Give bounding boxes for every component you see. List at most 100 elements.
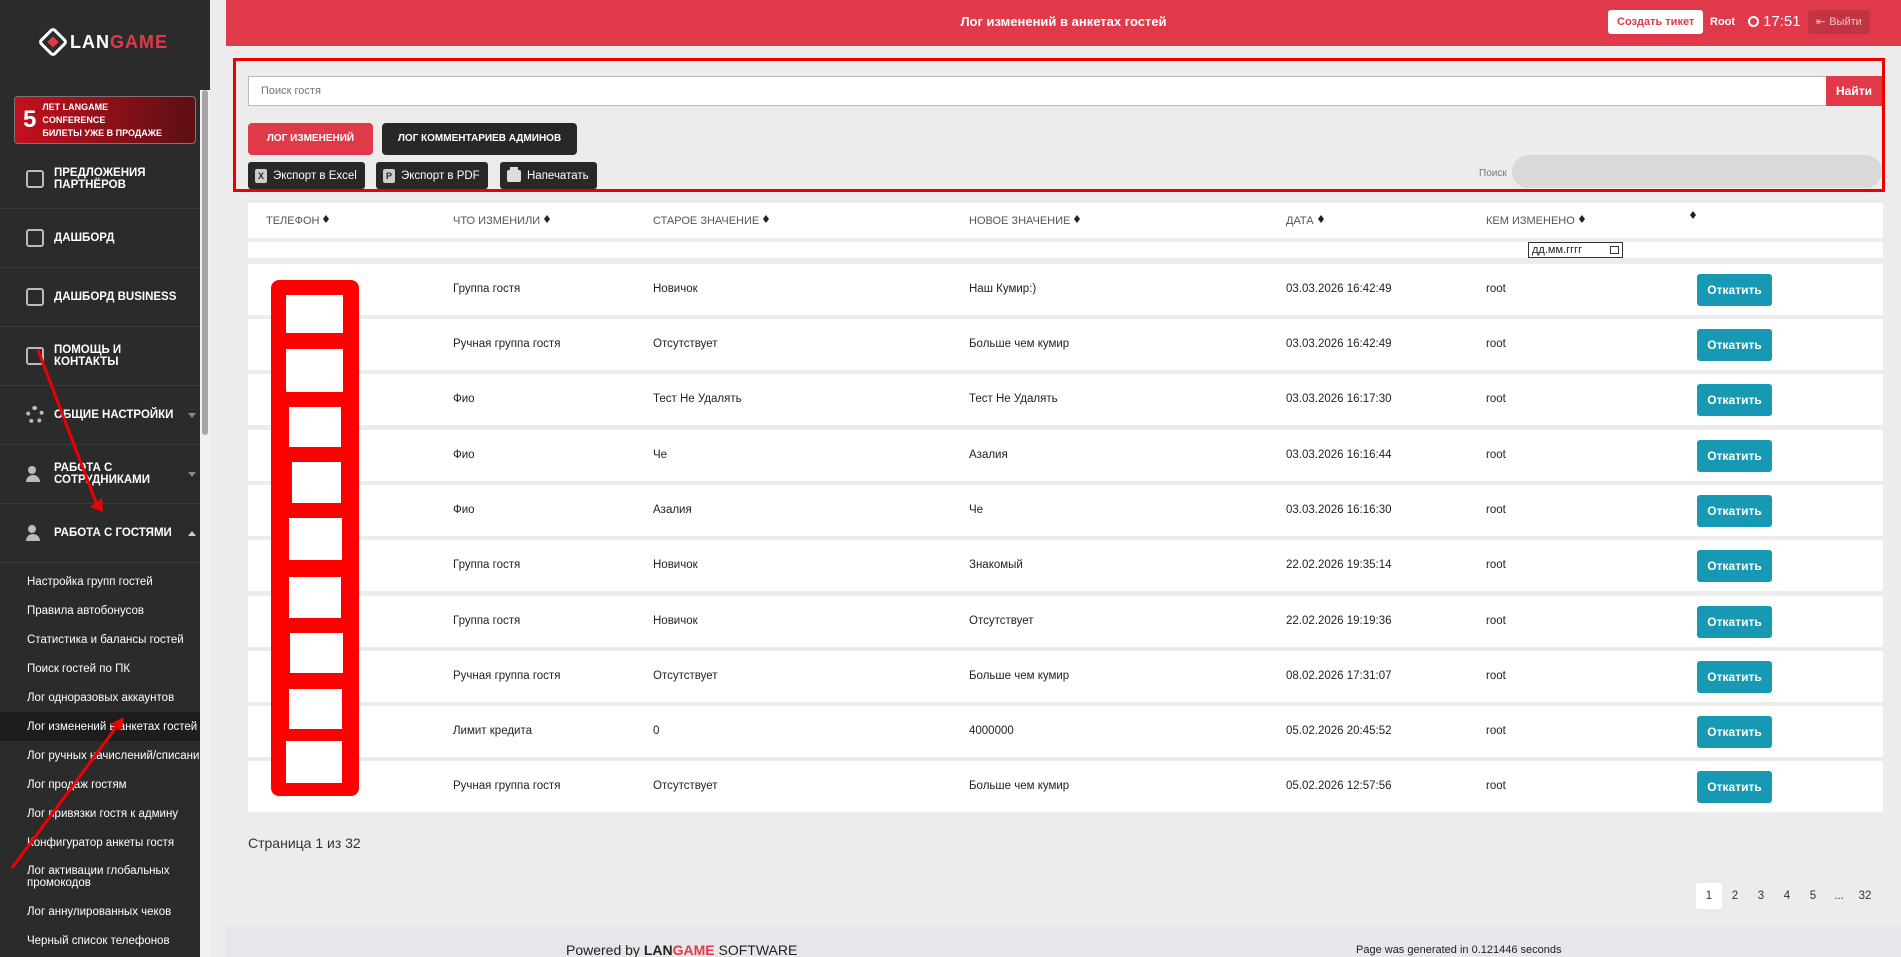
- page-link[interactable]: 2: [1722, 883, 1748, 909]
- table-row: Фио Че Азалия 03.03.2026 16:16:44 root О…: [248, 430, 1883, 481]
- logo-text: LANGAME: [70, 31, 168, 52]
- redaction-box: [286, 349, 343, 392]
- sidebar-item-general-settings[interactable]: ОБЩИЕ НАСТРОЙКИ: [0, 386, 210, 445]
- cell-old-value: Новичок: [653, 559, 698, 571]
- submenu-item[interactable]: Лог ручных начислений/списаний: [0, 741, 210, 770]
- rollback-button[interactable]: Откатить: [1697, 495, 1772, 527]
- column-header-new-value[interactable]: НОВОЕ ЗНАЧЕНИЕ: [969, 215, 1081, 227]
- page-link[interactable]: 4: [1774, 883, 1800, 909]
- cell-old-value: Отсутствует: [653, 780, 718, 792]
- chevron-down-icon: [188, 472, 196, 477]
- column-header-field[interactable]: ЧТО ИЗМЕНИЛИ: [453, 215, 551, 227]
- cell-new-value: Наш Кумир:): [969, 283, 1037, 295]
- cell-old-value: Отсутствует: [653, 338, 718, 350]
- submenu-item[interactable]: Конфигуратор анкеты гостя: [0, 828, 210, 857]
- rollback-button[interactable]: Откатить: [1697, 550, 1772, 582]
- redaction-box: [289, 518, 342, 560]
- rollback-button[interactable]: Откатить: [1697, 274, 1772, 306]
- cell-new-value: Отсутствует: [969, 615, 1034, 627]
- cell-date: 22.02.2026 19:35:14: [1286, 559, 1392, 571]
- conference-promo-banner[interactable]: 5 ЛЕТ LANGAME CONFERENCE БИЛЕТЫ УЖЕ В ПР…: [14, 96, 196, 144]
- submenu-item[interactable]: Лог аннулированных чеков: [0, 897, 210, 926]
- table-search-input[interactable]: [1512, 155, 1882, 188]
- sidebar-item-guests[interactable]: РАБОТА С ГОСТЯМИ: [0, 504, 210, 563]
- submenu-item[interactable]: Поиск гостей по ПК: [0, 654, 210, 683]
- logo[interactable]: LANGAME: [0, 0, 210, 84]
- cell-date: 05.02.2026 12:57:56: [1286, 780, 1392, 792]
- scrollbar-thumb[interactable]: [202, 90, 208, 435]
- cell-field: Группа гостя: [453, 615, 521, 627]
- page-link[interactable]: 3: [1748, 883, 1774, 909]
- page-link[interactable]: 5: [1800, 883, 1826, 909]
- submenu-item[interactable]: Черный список телефонов: [0, 926, 210, 955]
- cell-field: Фио: [453, 393, 475, 405]
- rollback-button[interactable]: Откатить: [1697, 716, 1772, 748]
- redaction-box: [289, 689, 342, 729]
- cell-new-value: Больше чем кумир: [969, 338, 1070, 350]
- page-link-active[interactable]: 1: [1696, 883, 1722, 909]
- submenu-item[interactable]: Настройка групп гостей: [0, 567, 210, 596]
- column-header-changed-by[interactable]: КЕМ ИЗМЕНЕНО: [1486, 215, 1585, 227]
- rollback-button[interactable]: Откатить: [1697, 384, 1772, 416]
- rollback-button[interactable]: Откатить: [1697, 329, 1772, 361]
- cell-date: 03.03.2026 16:42:49: [1286, 338, 1392, 350]
- clock: 17:51: [1748, 13, 1801, 30]
- table-row: Группа гостя Новичок Знакомый 22.02.2026…: [248, 540, 1883, 591]
- cell-changed-by: root: [1486, 504, 1506, 516]
- cell-new-value: Че: [969, 504, 984, 516]
- sidebar-item-staff[interactable]: РАБОТА С СОТРУДНИКАМИ: [0, 445, 210, 504]
- submenu-item[interactable]: Лог привязки гостя к админу: [0, 799, 210, 828]
- users-icon: [26, 465, 44, 483]
- print-button[interactable]: Напечатать: [500, 162, 597, 189]
- cell-old-value: Че: [653, 449, 668, 461]
- rollback-button[interactable]: Откатить: [1697, 606, 1772, 638]
- page-link[interactable]: 32: [1852, 883, 1878, 909]
- redaction-box: [286, 741, 342, 783]
- generation-time: Page was generated in 0.121446 seconds: [1356, 944, 1562, 956]
- column-header-phone[interactable]: ТЕЛЕФОН: [266, 215, 330, 227]
- guests-submenu: Настройка групп гостей Правила автобонус…: [0, 563, 210, 955]
- submenu-item[interactable]: Лог активации глобальных промокодов: [0, 857, 210, 897]
- submenu-item[interactable]: Лог одноразовых аккаунтов: [0, 683, 210, 712]
- export-excel-button[interactable]: X Экспорт в Excel: [248, 162, 365, 189]
- export-pdf-button[interactable]: P Экспорт в PDF: [376, 162, 488, 189]
- submenu-item[interactable]: Правила автобонусов: [0, 596, 210, 625]
- pdf-icon: P: [383, 168, 395, 183]
- column-header-date[interactable]: ДАТА: [1286, 215, 1324, 227]
- export-excel-label: Экспорт в Excel: [273, 169, 357, 182]
- tab-change-log[interactable]: ЛОГ ИЗМЕНЕНИЙ: [248, 123, 373, 155]
- search-button[interactable]: Найти: [1826, 76, 1882, 106]
- date-filter-input[interactable]: дд.мм.гггг: [1528, 242, 1623, 258]
- cell-date: 03.03.2026 16:17:30: [1286, 393, 1392, 405]
- sidebar-item-help[interactable]: ПОМОЩЬ И КОНТАКТЫ: [0, 327, 210, 386]
- cell-new-value: Знакомый: [969, 559, 1023, 571]
- cell-field: Ручная группа гостя: [453, 338, 561, 350]
- create-ticket-button[interactable]: Создать тикет: [1608, 10, 1704, 34]
- submenu-item[interactable]: Лог продаж гостям: [0, 770, 210, 799]
- rollback-button[interactable]: Откатить: [1697, 771, 1772, 803]
- rollback-button[interactable]: Откатить: [1697, 440, 1772, 472]
- rollback-button[interactable]: Откатить: [1697, 661, 1772, 693]
- guest-search-input[interactable]: [248, 76, 1828, 106]
- submenu-item-active[interactable]: Лог изменений в анкетах гостей: [0, 712, 210, 741]
- cell-field: Ручная группа гостя: [453, 670, 561, 682]
- logout-button[interactable]: ⇤ Выйти: [1808, 10, 1870, 34]
- tab-admin-comments-log[interactable]: ЛОГ КОММЕНТАРИЕВ АДМИНОВ: [382, 123, 577, 155]
- calendar-icon[interactable]: [1610, 246, 1619, 254]
- sidebar-item-dashboard-business[interactable]: ДАШБОРД BUSINESS: [0, 268, 210, 327]
- page-ellipsis: ...: [1834, 890, 1844, 902]
- sidebar-item-dashboard[interactable]: ДАШБОРД: [0, 209, 210, 268]
- sort-icon: [1074, 215, 1081, 223]
- book-icon: [26, 229, 44, 247]
- cell-old-value: Новичок: [653, 283, 698, 295]
- cell-changed-by: root: [1486, 449, 1506, 461]
- cell-date: 03.03.2026 16:42:49: [1286, 283, 1392, 295]
- cell-field: Лимит кредита: [453, 725, 533, 737]
- sidebar-scrollbar[interactable]: [200, 90, 210, 957]
- column-header-actions[interactable]: [1690, 211, 1696, 219]
- column-header-old-value[interactable]: СТАРОЕ ЗНАЧЕНИЕ: [653, 215, 770, 227]
- cell-new-value: Азалия: [969, 449, 1008, 461]
- sidebar-item-partners[interactable]: ПРЕДЛОЖЕНИЯ ПАРТНЁРОВ: [0, 150, 210, 209]
- table-search-label: Поиск: [1479, 168, 1507, 179]
- submenu-item[interactable]: Статистика и балансы гостей: [0, 625, 210, 654]
